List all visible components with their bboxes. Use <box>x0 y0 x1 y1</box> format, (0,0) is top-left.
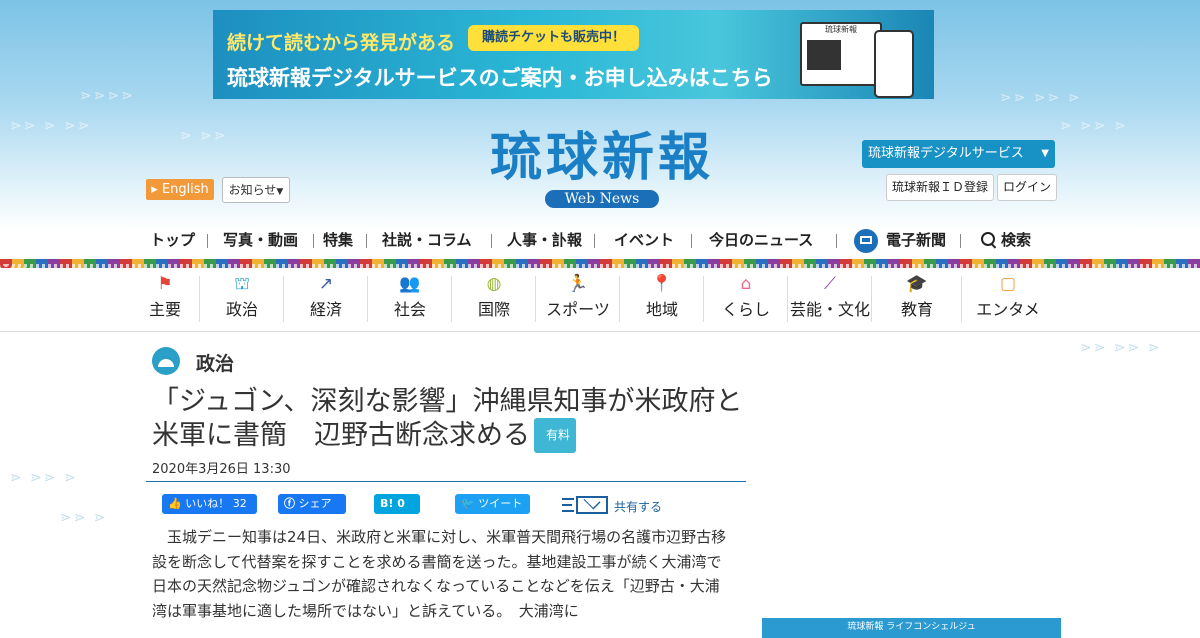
nav-search[interactable]: 検索 <box>981 226 1031 254</box>
fish-decoration-icon: ⋗⋗ ⋗ ⋗⋗ <box>10 118 92 134</box>
hatena-bookmark-button[interactable]: B! 0 <box>374 494 420 514</box>
nav-events[interactable]: イベント <box>614 226 674 254</box>
category-culture[interactable]: ⟋ 芸能・文化 <box>788 272 872 328</box>
banner-tagline: 続けて読むから発見がある <box>227 32 456 54</box>
category-main[interactable]: ⚑ 主要 <box>130 272 200 328</box>
device-mockup-image: 琉球新報 <box>800 16 920 98</box>
nav-editorial-column[interactable]: 社説・コラム <box>382 226 472 254</box>
fish-decoration-icon: ⋗ ⋗⋗ ⋗ <box>1060 118 1128 134</box>
life-concierge-banner[interactable]: 琉球新報 ライフコンシェルジュ <box>762 618 1061 638</box>
main-navigation: トップ 写真・動画 特集 社説・コラム 人事・訃報 イベント 今日のニュース 電… <box>146 226 1066 254</box>
flag-icon: ⚑ <box>157 274 173 294</box>
nav-photo-video[interactable]: 写真・動画 <box>223 226 298 254</box>
logo-subtitle: Web News <box>544 190 660 208</box>
facebook-icon: ⓕ <box>284 497 295 510</box>
category-sports[interactable]: 🏃 スポーツ <box>536 272 620 328</box>
twitter-bird-icon: 🐦 <box>461 497 475 510</box>
nav-top[interactable]: トップ <box>150 226 195 254</box>
globe-icon: ◍ <box>486 274 502 294</box>
parliament-icon: ⛫ <box>234 274 250 294</box>
pin-icon: 📍 <box>651 274 673 294</box>
laptop-mockup: 琉球新報 <box>800 22 882 86</box>
fish-decoration-icon: ⋗⋗⋗⋗ <box>80 88 135 104</box>
english-button[interactable]: ▸ English <box>146 179 214 200</box>
category-region[interactable]: 📍 地域 <box>620 272 704 328</box>
id-register-button[interactable]: 琉球新報ＩＤ登録 <box>886 174 994 201</box>
runner-icon: 🏃 <box>567 274 589 294</box>
login-button[interactable]: ログイン <box>997 174 1057 201</box>
caret-down-icon: ▼ <box>1041 148 1049 159</box>
fish-decoration-icon: ⋗ ⋗⋗ <box>180 128 228 144</box>
fish-decoration-icon: ⋗⋗ ⋗ <box>60 510 108 526</box>
category-society[interactable]: 👥 社会 <box>368 272 452 328</box>
site-logo[interactable]: 琉球新報 Web News <box>452 128 752 208</box>
share-link[interactable]: 共有する <box>614 498 662 515</box>
fish-decoration-icon: ⋗⋗ ⋗⋗ ⋗ <box>1080 340 1162 356</box>
facebook-like-button[interactable]: 👍 いいね！ 32 <box>162 494 257 514</box>
paid-badge: 有料 <box>534 418 577 453</box>
fish-decoration-icon: ⋗ ⋗⋗ ⋗ <box>10 470 78 486</box>
politics-section-icon <box>152 347 180 375</box>
digital-service-banner[interactable]: 続けて読むから発見がある 購読チケットも販売中！ 琉球新報デジタルサービスのご案… <box>213 10 934 99</box>
e-newspaper-icon <box>854 228 878 253</box>
nav-personnel-obituary[interactable]: 人事・訃報 <box>507 226 582 254</box>
sanshin-icon: ⟋ <box>824 274 836 294</box>
caret-down-icon: ▼ <box>276 187 284 197</box>
house-icon: ⌂ <box>740 274 752 294</box>
section-title: 政治 <box>196 353 235 375</box>
banner-headline: 琉球新報デジタルサービスのご案内・お申し込みはこちら <box>227 66 773 90</box>
thumbs-up-icon: 👍 <box>168 497 182 510</box>
category-international[interactable]: ◍ 国際 <box>452 272 536 328</box>
article-date: 2020年3月26日 13:30 <box>152 462 291 477</box>
category-entertainment[interactable]: ▢ エンタメ <box>962 272 1054 328</box>
article-body: 玉城デニー知事は24日、米政府と米軍に対し、米軍普天間飛行場の名護市辺野古移設を… <box>152 528 727 620</box>
category-living[interactable]: ⌂ くらし <box>704 272 788 328</box>
banner-ticket-badge: 購読チケットも販売中！ <box>468 25 640 51</box>
tv-icon: ▢ <box>999 274 1017 294</box>
mockup-title: 琉球新報 <box>825 25 857 34</box>
category-navigation: ⚑ 主要 ⛫ 政治 ↗ 経済 👥 社会 ◍ 国際 🏃 スポーツ 📍 地域 ⌂ く… <box>130 272 1070 328</box>
category-education[interactable]: 🎓 教育 <box>872 272 962 328</box>
article-headline: 「ジュゴン、深刻な影響」沖縄県知事が米政府と米軍に書簡 辺野古断念求める 有料 <box>152 386 743 453</box>
facebook-share-button[interactable]: ⓕ シェア <box>278 494 346 514</box>
logo-title: 琉球新報 <box>489 127 714 188</box>
fish-decoration-icon: ⋗⋗ ⋗⋗ ⋗ <box>1000 90 1082 106</box>
category-politics[interactable]: ⛫ 政治 <box>200 272 284 328</box>
graduation-cap-icon: 🎓 <box>906 274 928 294</box>
nav-e-newspaper[interactable]: 電子新聞 <box>854 226 946 254</box>
search-icon <box>981 232 995 246</box>
people-icon: 👥 <box>399 274 421 294</box>
category-economy[interactable]: ↗ 経済 <box>284 272 368 328</box>
tweet-button[interactable]: 🐦 ツイート <box>455 494 530 514</box>
nav-features[interactable]: 特集 <box>323 226 353 254</box>
nav-todays-news[interactable]: 今日のニュース <box>709 226 813 254</box>
trend-icon: ↗ <box>318 274 334 294</box>
notice-dropdown[interactable]: お知らせ▼ <box>222 177 290 203</box>
mail-share-icon[interactable] <box>562 494 610 516</box>
digital-service-dropdown[interactable]: 琉球新報デジタルサービス ▼ <box>862 140 1055 168</box>
phone-mockup <box>874 30 914 98</box>
